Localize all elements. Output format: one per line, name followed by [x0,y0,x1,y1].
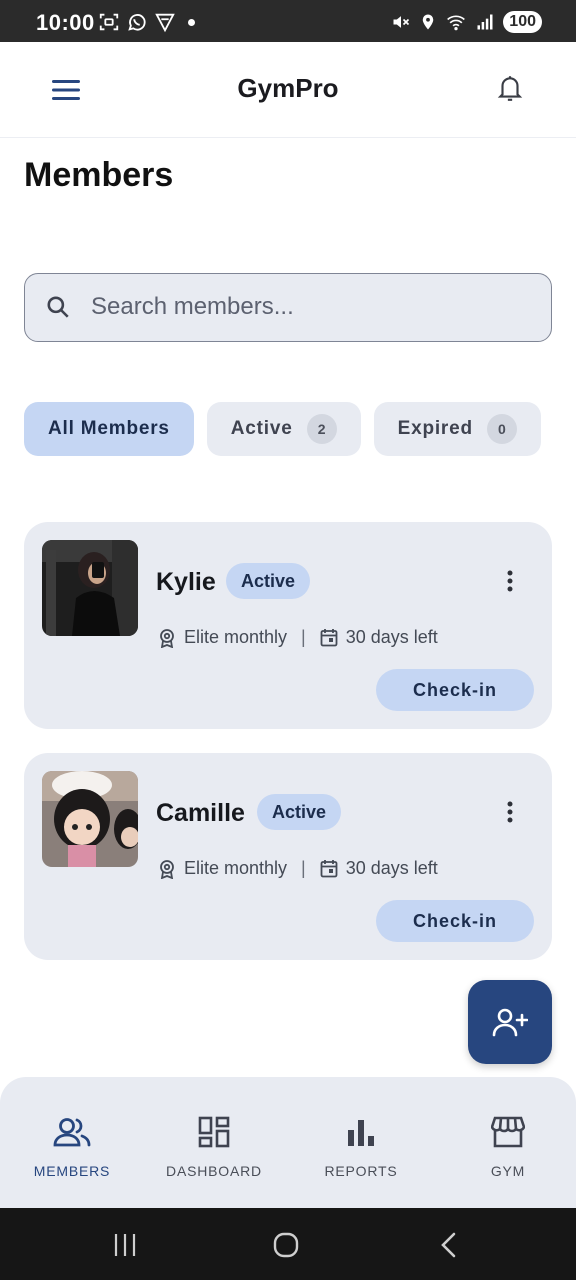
bottom-navigation: MEMBERS DASHBOARD REPORTS GYM [0,1077,576,1208]
nav-gym[interactable]: GYM [436,1077,576,1208]
status-badge: Active [257,794,342,830]
member-name: Camille [156,799,245,827]
dashboard-icon [198,1116,230,1148]
nav-dashboard[interactable]: DASHBOARD [142,1077,286,1208]
members-icon [53,1118,91,1147]
location-icon [423,14,434,30]
more-options-button[interactable] [498,568,522,594]
reports-icon [348,1120,374,1146]
days-left: 30 days left [345,627,438,647]
calendar-icon [320,629,338,647]
check-in-button[interactable]: Check-in [376,900,534,942]
member-card[interactable]: Camille Active Elite monthly | 30 days l… [24,753,552,960]
screenshot-icon [99,13,119,31]
chip-count-badge: 2 [306,414,337,444]
chip-label: Active [230,418,293,439]
plan-name: Elite monthly [184,627,288,647]
chip-expired[interactable]: Expired 0 [373,402,541,456]
battery-level: 100 [503,11,542,33]
store-icon [491,1116,525,1148]
more-vert-icon [507,801,513,823]
notification-dot [188,18,195,26]
system-nav-bar [0,1208,576,1280]
separator: | [301,627,306,647]
home-icon [273,1232,299,1258]
plan-name: Elite monthly [184,858,288,878]
member-card[interactable]: Kylie Active Elite monthly | 30 days lef… [24,522,552,729]
nav-label: MEMBERS [33,1163,111,1179]
more-vert-icon [507,570,513,592]
mute-icon [393,16,410,28]
check-in-button[interactable]: Check-in [376,669,534,711]
chip-count-badge: 0 [486,414,517,444]
avatar [42,540,138,636]
days-left: 30 days left [345,858,438,878]
back-button[interactable] [428,1230,468,1260]
badge-icon [160,628,174,648]
nav-label: REPORTS [324,1163,398,1179]
vpn-icon [155,13,175,33]
separator: | [301,858,306,878]
search-icon [47,296,69,318]
nav-label: GYM [490,1163,526,1179]
back-icon [441,1232,456,1258]
membership-info: Elite monthly | 30 days left [158,858,438,879]
app-bar: GymPro [0,42,576,138]
wifi-icon [447,15,466,31]
calendar-icon [320,860,338,878]
search-input[interactable] [91,274,531,340]
badge-icon [160,859,174,879]
recents-button[interactable] [105,1230,145,1260]
recents-icon [114,1234,136,1256]
nav-members[interactable]: MEMBERS [0,1077,144,1208]
status-badge: Active [226,563,311,599]
search-bar[interactable] [24,273,552,342]
chip-label: All Members [48,418,170,439]
avatar [42,771,138,867]
status-bar: 10:00 100 [0,0,576,42]
bell-icon [497,76,523,101]
nav-label: DASHBOARD [166,1163,262,1179]
filter-chips: All Members Active 2 Expired 0 [24,402,552,458]
signal-icon [477,14,493,30]
nav-reports[interactable]: REPORTS [289,1077,433,1208]
add-member-fab[interactable] [468,980,552,1064]
notifications-button[interactable] [490,68,530,108]
whatsapp-icon [128,14,146,31]
chip-active[interactable]: Active 2 [206,402,361,456]
status-time: 10:00 [36,10,95,35]
page-title: Members [24,156,174,194]
home-button[interactable] [266,1230,306,1260]
chip-label: Expired [397,418,473,439]
add-person-icon [492,1008,528,1037]
more-options-button[interactable] [498,799,522,825]
member-name: Kylie [156,568,216,596]
membership-info: Elite monthly | 30 days left [158,627,438,648]
chip-all-members[interactable]: All Members [24,402,194,456]
